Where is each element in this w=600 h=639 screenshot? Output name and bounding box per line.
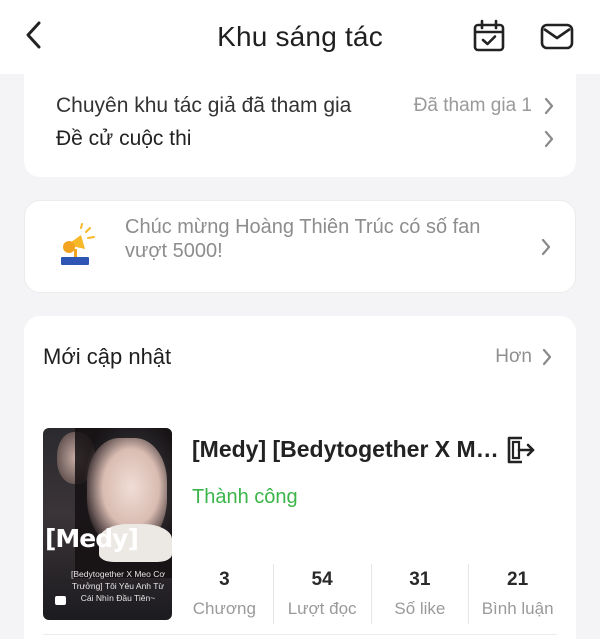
chevron-right-icon	[542, 128, 556, 150]
more-label: Hơn	[495, 346, 532, 367]
chevron-right-icon	[539, 236, 553, 258]
book-stats: 3 Chương 54 Lượt đọc 31 Số like 21 Bình …	[176, 564, 566, 624]
stat-label: Bình luận	[481, 599, 554, 618]
mail-icon	[540, 23, 574, 50]
exit-icon	[507, 436, 535, 464]
cover-brand-text: [Medy]	[45, 524, 139, 553]
section-title: Mới cập nhật	[43, 344, 172, 369]
contest-nomination-row[interactable]: Đề cử cuộc thi	[24, 109, 576, 169]
stat-label: Số like	[394, 599, 446, 618]
stat-reads: 54 Lượt đọc	[274, 564, 372, 624]
chevron-right-icon	[540, 346, 554, 368]
stat-label: Lượt đọc	[287, 599, 357, 618]
back-button[interactable]	[18, 20, 48, 50]
top-bar: Khu sáng tác	[0, 0, 600, 74]
calendar-check-icon	[473, 19, 505, 52]
divider	[43, 634, 557, 635]
calendar-button[interactable]	[471, 18, 507, 54]
announcement-banner[interactable]: Chúc mừng Hoàng Thiên Trúc có số fan vượ…	[24, 200, 576, 293]
comment-icon	[55, 596, 66, 605]
exit-button[interactable]	[504, 434, 536, 466]
stat-label: Chương	[192, 599, 256, 618]
recent-updates-card: Mới cập nhật Hơn [Medy] [Bedytogether X …	[24, 316, 576, 639]
chevron-left-icon	[26, 21, 41, 49]
stat-value: 54	[311, 569, 333, 590]
stat-chapters: 3 Chương	[176, 564, 274, 624]
mail-button[interactable]	[539, 18, 575, 54]
stat-value: 31	[409, 569, 431, 590]
page-title: Khu sáng tác	[217, 21, 383, 52]
cover-subtitle-text: [Bedytogether X Meo Cơ Trưởng] Tôi Yêu A…	[71, 569, 165, 603]
contest-nomination-label: Đề cử cuộc thi	[56, 127, 192, 150]
stat-value: 3	[219, 569, 230, 590]
more-link[interactable]: Hơn	[495, 346, 554, 368]
stat-likes: 31 Số like	[372, 564, 470, 624]
stat-value: 21	[507, 569, 529, 590]
stat-comments: 21 Bình luận	[469, 564, 566, 624]
trophy-megaphone-icon	[61, 223, 95, 265]
status-badge: Thành công	[192, 486, 298, 508]
announcement-text: Chúc mừng Hoàng Thiên Trúc có số fan vượ…	[125, 216, 481, 262]
book-title[interactable]: [Medy] [Bedytogether X Me...	[192, 436, 502, 463]
book-cover[interactable]: [Medy] [Bedytogether X Meo Cơ Trưởng] Tô…	[43, 428, 172, 620]
